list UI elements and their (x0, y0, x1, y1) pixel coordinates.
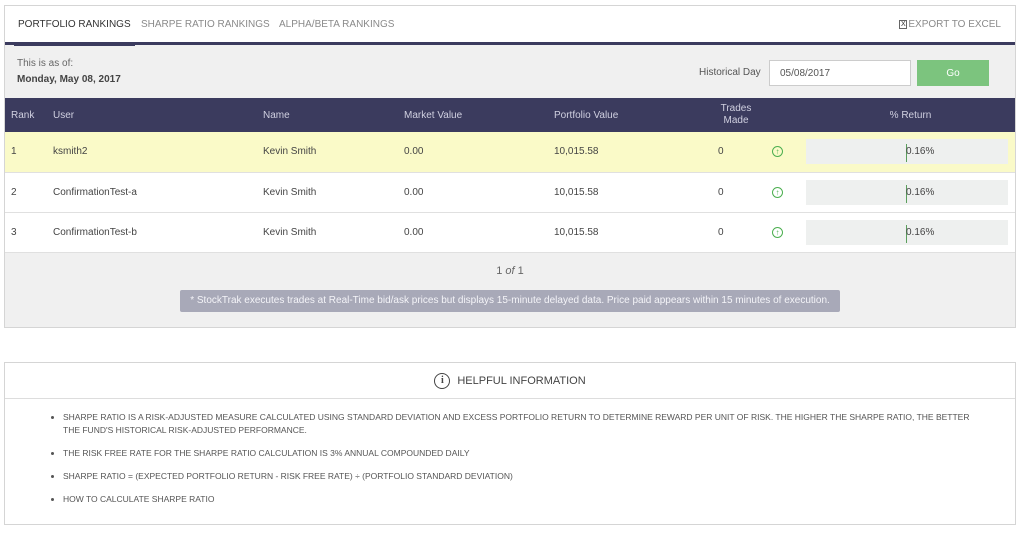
cell-trades-made: 0 (718, 132, 772, 173)
cell-name: Kevin Smith (263, 172, 404, 213)
cell-name: Kevin Smith (263, 212, 404, 253)
page-of: of (505, 265, 515, 277)
tab-portfolio-rankings[interactable]: PORTFOLIO RANKINGS (14, 19, 135, 46)
cell-portfolio-value: 10,015.58 (554, 212, 718, 253)
col-rank[interactable]: Rank (5, 98, 53, 132)
tab-alpha-beta-rankings[interactable]: ALPHA/BETA RANKINGS (279, 19, 394, 30)
info-item-link[interactable]: HOW TO CALCULATE SHARPE RATIO (63, 493, 975, 506)
cell-rank: 1 (5, 132, 53, 173)
return-value: 0.16% (906, 226, 935, 238)
cell-portfolio-value: 10,015.58 (554, 172, 718, 213)
col-portfolio-value[interactable]: Portfolio Value (554, 98, 718, 132)
rankings-panel: PORTFOLIO RANKINGS SHARPE RATIO RANKINGS… (4, 5, 1016, 328)
helpful-information-panel: i HELPFUL INFORMATION SHARPE RATIO IS A … (4, 362, 1016, 525)
export-label: EXPORT TO EXCEL (908, 19, 1001, 30)
cell-rank: 3 (5, 212, 53, 253)
go-button[interactable]: Go (917, 60, 989, 86)
cell-market-value: 0.00 (404, 172, 554, 213)
col-market-value[interactable]: Market Value (404, 98, 554, 132)
info-item: SHARPE RATIO IS A RISK-ADJUSTED MEASURE … (63, 411, 975, 437)
pagination: 1 of 1 (5, 265, 1015, 277)
helpful-information-title: HELPFUL INFORMATION (457, 374, 586, 387)
cell-trend: ↑ (772, 172, 806, 213)
arrow-up-circle-icon: ↑ (772, 186, 783, 198)
page-total[interactable]: 1 (518, 265, 524, 277)
table-row[interactable]: 2 ConfirmationTest-a Kevin Smith 0.00 10… (5, 172, 1015, 213)
cell-market-value: 0.00 (404, 212, 554, 253)
info-item: SHARPE RATIO = (EXPECTED PORTFOLIO RETUR… (63, 470, 975, 483)
historical-day-input[interactable] (769, 60, 911, 86)
cell-return: 0.16% (806, 212, 1015, 253)
cell-trend: ↑ (772, 212, 806, 253)
tab-sharpe-ratio-rankings[interactable]: SHARPE RATIO RANKINGS (141, 19, 270, 30)
as-of-label: This is as of: (17, 58, 74, 69)
col-trend (772, 98, 806, 132)
col-trades-made[interactable]: Trades Made (718, 98, 772, 132)
return-bar: 0.16% (806, 219, 1008, 245)
excel-icon: X (899, 20, 908, 29)
cell-market-value: 0.00 (404, 132, 554, 173)
historical-day-label: Historical Day (699, 67, 761, 78)
cell-return: 0.16% (806, 132, 1015, 173)
cell-user[interactable]: ConfirmationTest-a (53, 172, 263, 213)
as-of-date: Monday, May 08, 2017 (17, 74, 121, 85)
info-list: SHARPE RATIO IS A RISK-ADJUSTED MEASURE … (5, 411, 1015, 506)
return-value: 0.16% (906, 186, 935, 198)
col-name[interactable]: Name (263, 98, 404, 132)
export-to-excel-link[interactable]: X EXPORT TO EXCEL (899, 19, 1001, 30)
helpful-information-header[interactable]: i HELPFUL INFORMATION (5, 363, 1015, 399)
cell-trades-made: 0 (718, 212, 772, 253)
arrow-up-circle-icon: ↑ (772, 146, 783, 158)
delayed-data-note: * StockTrak executes trades at Real-Time… (180, 290, 840, 312)
info-circle-icon: i (434, 372, 451, 389)
cell-trades-made: 0 (718, 172, 772, 213)
cell-rank: 2 (5, 172, 53, 213)
cell-portfolio-value: 10,015.58 (554, 132, 718, 173)
return-bar: 0.16% (806, 179, 1008, 205)
return-bar: 0.16% (806, 139, 1008, 165)
tab-bar: PORTFOLIO RANKINGS SHARPE RATIO RANKINGS… (5, 6, 1015, 46)
return-value: 0.16% (906, 146, 935, 158)
cell-user[interactable]: ksmith2 (53, 132, 263, 173)
cell-trend: ↑ (772, 132, 806, 173)
table-row[interactable]: 1 ksmith2 Kevin Smith 0.00 10,015.58 0 ↑… (5, 132, 1015, 173)
table-header-row: Rank User Name Market Value Portfolio Va… (5, 98, 1015, 132)
cell-user[interactable]: ConfirmationTest-b (53, 212, 263, 253)
col-user[interactable]: User (53, 98, 263, 132)
page-current[interactable]: 1 (496, 265, 502, 277)
rankings-table: Rank User Name Market Value Portfolio Va… (5, 98, 1015, 253)
col-return[interactable]: % Return (806, 98, 1015, 132)
arrow-up-circle-icon: ↑ (772, 226, 783, 238)
info-item: THE RISK FREE RATE FOR THE SHARPE RATIO … (63, 447, 975, 460)
cell-name: Kevin Smith (263, 132, 404, 173)
cell-return: 0.16% (806, 172, 1015, 213)
col-trades-made-label: Trades Made (720, 103, 752, 126)
table-row[interactable]: 3 ConfirmationTest-b Kevin Smith 0.00 10… (5, 212, 1015, 253)
